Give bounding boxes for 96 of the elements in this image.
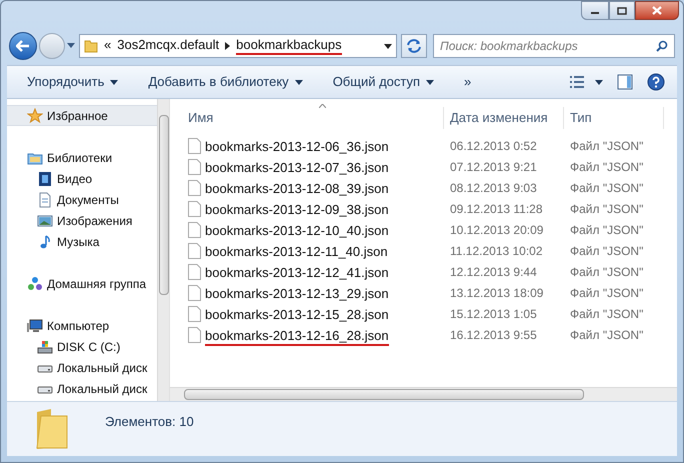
sidebar-item[interactable]: Компьютер <box>7 315 157 336</box>
scroll-thumb[interactable] <box>184 389 584 400</box>
network-icon <box>27 276 43 292</box>
folder-icon <box>84 39 98 53</box>
scroll-thumb[interactable] <box>158 115 168 295</box>
column-header[interactable]: Дата изменения <box>450 108 548 128</box>
refresh-button[interactable] <box>401 34 427 58</box>
toolbar-menu-button[interactable]: Добавить в библиотеку <box>148 72 303 92</box>
type-cell: Файл "JSON" <box>570 264 644 279</box>
sidebar-item[interactable]: Избранное <box>7 105 157 126</box>
file-name[interactable]: bookmarks-2013-12-16_28.json <box>205 327 389 346</box>
file-icon <box>188 264 201 280</box>
view-options-button[interactable] <box>569 75 603 89</box>
computer-icon <box>27 318 43 334</box>
breadcrumb[interactable]: « <box>104 37 112 55</box>
date-cell: 16.12.2013 9:55 <box>450 328 537 342</box>
type-cell: Файл "JSON" <box>570 328 644 342</box>
file-icon <box>188 138 201 154</box>
sidebar-item[interactable]: Видео <box>7 168 157 189</box>
back-arrow-icon <box>16 40 30 52</box>
file-name[interactable]: bookmarks-2013-12-10_40.json <box>205 222 389 241</box>
star-icon <box>27 108 43 124</box>
back-button[interactable] <box>9 32 37 60</box>
date-cell: 08.12.2013 9:03 <box>450 180 537 195</box>
file-name[interactable]: bookmarks-2013-12-08_39.json <box>205 180 389 199</box>
file-name[interactable]: bookmarks-2013-12-15_28.json <box>205 306 389 325</box>
search-field[interactable]: Поиск: bookmarkbackups <box>433 34 675 58</box>
date-cell: 15.12.2013 1:05 <box>450 306 537 321</box>
sidebar-item[interactable]: Документы <box>7 189 157 210</box>
sidebar-scrollbar[interactable] <box>157 99 169 401</box>
maximize-button[interactable] <box>609 1 635 20</box>
preview-pane-icon[interactable] <box>617 74 633 90</box>
sidebar-item[interactable]: Локальный диск <box>7 378 157 399</box>
caret-icon <box>110 80 118 84</box>
type-cell: Файл "JSON" <box>570 286 644 300</box>
caret-icon <box>426 80 434 84</box>
file-icon <box>188 158 201 174</box>
date-cell: 12.12.2013 9:44 <box>450 264 537 279</box>
file-icon <box>188 180 201 196</box>
sidebar-item[interactable]: Домашняя группа <box>7 273 157 294</box>
date-cell: 13.12.2013 18:09 <box>450 286 544 300</box>
item-count: Элементов: 10 <box>105 413 194 431</box>
minimize-button[interactable] <box>581 1 609 20</box>
film-icon <box>37 170 53 186</box>
column-header[interactable]: Имя <box>188 108 214 128</box>
close-button[interactable] <box>635 1 679 20</box>
file-icon <box>188 326 201 342</box>
caret-icon <box>294 80 303 84</box>
breadcrumb[interactable]: bookmarkbackups <box>236 37 342 55</box>
date-cell: 07.12.2013 9:21 <box>450 160 537 174</box>
toolbar-menu-button[interactable]: Упорядочить <box>27 72 118 92</box>
separator-arrow-icon <box>225 42 230 50</box>
date-cell: 09.12.2013 11:28 <box>450 202 543 216</box>
sidebar-item[interactable]: DISK C (C:) <box>7 336 157 357</box>
sidebar-item[interactable]: Локальный диск <box>7 357 157 378</box>
type-cell: Файл "JSON" <box>570 306 644 321</box>
close-icon <box>652 6 662 15</box>
type-cell: Файл "JSON" <box>570 244 644 258</box>
column-header[interactable]: Тип <box>570 108 592 128</box>
drive-icon <box>37 338 53 354</box>
toolbar-menu-button[interactable]: Общий доступ <box>332 72 434 92</box>
details-view-icon <box>569 75 585 89</box>
file-icon <box>188 284 201 300</box>
sidebar-item[interactable]: Изображения <box>7 210 157 231</box>
file-name[interactable]: bookmarks-2013-12-13_29.json <box>205 285 389 304</box>
file-name[interactable]: bookmarks-2013-12-06_36.json <box>205 138 389 157</box>
type-cell: Файл "JSON" <box>570 138 644 153</box>
breadcrumb[interactable]: 3os2mcqx.default <box>117 37 220 55</box>
caret-icon <box>595 80 603 84</box>
document-icon <box>37 192 53 208</box>
file-name[interactable]: bookmarks-2013-12-11_40.json <box>205 243 388 262</box>
help-icon[interactable] <box>647 73 665 91</box>
date-cell: 10.12.2013 20:09 <box>450 222 544 237</box>
search-icon <box>656 40 668 52</box>
date-cell: 11.12.2013 10:02 <box>450 244 543 258</box>
dropdown-caret-icon[interactable] <box>384 44 392 48</box>
file-name[interactable]: bookmarks-2013-12-07_36.json <box>205 159 389 178</box>
refresh-icon <box>406 39 422 53</box>
type-cell: Файл "JSON" <box>570 202 644 216</box>
address-bar[interactable]: « 3os2mcqx.default bookmarkbackups <box>79 34 397 58</box>
sidebar-item[interactable]: Музыка <box>7 231 157 252</box>
file-name[interactable]: bookmarks-2013-12-12_41.json <box>205 264 389 283</box>
type-cell: Файл "JSON" <box>570 222 644 237</box>
type-cell: Файл "JSON" <box>570 180 644 195</box>
date-cell: 06.12.2013 0:52 <box>450 138 537 153</box>
file-name[interactable]: bookmarks-2013-12-09_38.json <box>205 201 389 220</box>
sidebar-item[interactable]: Библиотеки <box>7 147 157 168</box>
type-cell: Файл "JSON" <box>570 160 644 174</box>
file-icon <box>188 200 201 216</box>
file-icon <box>188 222 201 238</box>
toolbar-menu-button[interactable]: » <box>464 72 472 92</box>
file-icon <box>188 306 201 322</box>
picture-icon <box>37 212 53 228</box>
maximize-icon <box>617 6 627 14</box>
horizontal-scrollbar[interactable] <box>170 387 677 401</box>
file-icon <box>188 242 201 258</box>
